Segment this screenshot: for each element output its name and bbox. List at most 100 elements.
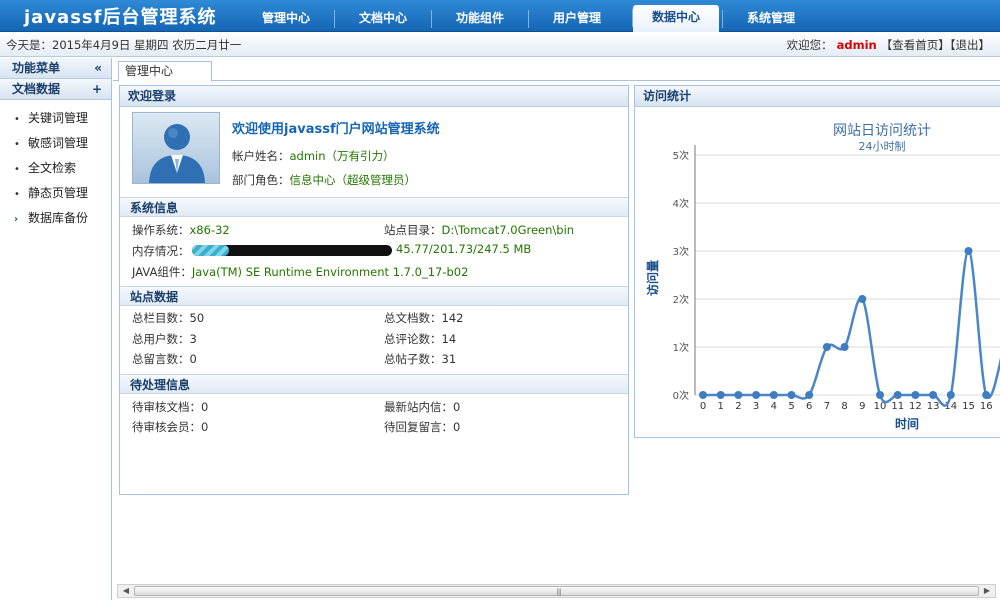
sidebar-menu-title: 功能菜单 xyxy=(12,61,61,75)
data-point xyxy=(982,391,991,399)
stat-value: 0 xyxy=(189,352,197,366)
data-point xyxy=(752,391,761,399)
pending-item: 待审核会员：0 xyxy=(132,419,208,435)
x-tick-label: 5 xyxy=(788,401,794,412)
x-tick-label: 3 xyxy=(753,401,759,412)
scroll-left-icon[interactable]: ◀ xyxy=(119,585,133,597)
sidebar-item-sensitive-word-management[interactable]: • 敏感词管理 xyxy=(0,131,111,156)
y-tick-label: 1次 xyxy=(673,341,689,354)
x-tick-label: 13 xyxy=(927,401,940,412)
content-tab-strip: 管理中心 xyxy=(113,58,1000,82)
data-point xyxy=(769,391,778,399)
role-value: 信息中心（超级管理员） xyxy=(289,173,417,187)
expand-icon[interactable]: + xyxy=(92,79,102,100)
java-label: JAVA组件： xyxy=(132,265,192,279)
stat-label: 总文档数： xyxy=(384,311,442,325)
x-tick-label: 1 xyxy=(718,401,724,412)
os-label: 操作系统： xyxy=(132,223,190,237)
y-axis-label: 访问量 xyxy=(645,260,660,296)
x-tick-label: 0 xyxy=(700,401,706,412)
chevron-right-icon: › xyxy=(14,214,19,225)
nav-tab-system-management[interactable]: 系统管理 xyxy=(722,6,819,32)
memory-label: 内存情况： xyxy=(132,244,190,258)
bullet-icon: • xyxy=(14,164,20,175)
nav-tab-components[interactable]: 功能组件 xyxy=(431,6,528,32)
visit-line-chart: 网站日访问统计24小时制0次1次2次3次4次5次访问量0 1 2 3 4 5 6 7 8 9 10 1… xyxy=(645,123,1000,431)
x-tick-label: 16 xyxy=(980,401,993,412)
y-tick-label: 3次 xyxy=(673,245,689,258)
pending-label: 待审核会员： xyxy=(132,420,201,434)
data-point xyxy=(946,391,955,399)
top-header: javassf后台管理系统 管理中心 文档中心 功能组件 用户管理 数据中心 系… xyxy=(0,0,1000,32)
data-point xyxy=(840,343,849,351)
data-point xyxy=(734,391,743,399)
x-tick-label: 9 xyxy=(859,401,865,412)
nav-tab-admin-center[interactable]: 管理中心 xyxy=(238,6,334,32)
grip-icon: ||| xyxy=(556,588,562,596)
sidebar-group-header[interactable]: 文档数据 + xyxy=(0,79,111,100)
app-title: javassf后台管理系统 xyxy=(24,7,217,28)
logout-link[interactable]: 【退出】 xyxy=(950,38,990,52)
site-stat-item: 总帖子数：31 xyxy=(384,351,456,367)
sidebar-item-label: 关键词管理 xyxy=(28,111,89,125)
stat-label: 总评论数： xyxy=(384,332,442,346)
role-row: 部门角色：信息中心（超级管理员） xyxy=(232,172,416,188)
site-stat-item: 总用户数：3 xyxy=(132,331,197,347)
stat-value: 14 xyxy=(441,332,457,346)
data-point xyxy=(929,391,938,399)
stat-value: 50 xyxy=(189,311,205,325)
site-stat-item: 总栏目数：50 xyxy=(132,310,204,326)
pending-value: 0 xyxy=(453,400,461,414)
data-point xyxy=(805,391,814,399)
scrollbar-thumb[interactable]: ||| xyxy=(134,586,979,596)
y-tick-label: 4次 xyxy=(673,197,689,210)
user-icon xyxy=(149,124,205,183)
x-tick-label: 11 xyxy=(891,401,904,412)
bullet-icon: • xyxy=(14,139,20,150)
main-content: 管理中心 欢迎登录 欢迎使用javassf门户网站管理系统 帐户姓名：admin… xyxy=(113,58,1000,600)
horizontal-scrollbar[interactable]: ◀ ||| ▶ xyxy=(117,584,996,598)
role-label: 部门角色： xyxy=(232,173,290,187)
x-tick-label: 4 xyxy=(771,401,777,412)
data-point xyxy=(858,295,867,303)
data-point xyxy=(911,391,920,399)
collapse-icon[interactable]: « xyxy=(94,58,102,79)
data-point xyxy=(964,247,973,255)
series-line xyxy=(703,249,1000,407)
x-tick-label: 7 xyxy=(824,401,830,412)
nav-tab-document-center[interactable]: 文档中心 xyxy=(334,6,431,32)
sidebar-item-keyword-management[interactable]: • 关键词管理 xyxy=(0,106,111,131)
memory-progress-bar xyxy=(192,245,392,256)
nav-tab-user-management[interactable]: 用户管理 xyxy=(528,6,625,32)
nav-tab-data-center[interactable]: 数据中心 xyxy=(632,5,719,32)
x-tick-label: 15 xyxy=(962,401,975,412)
y-tick-label: 2次 xyxy=(673,293,689,306)
view-homepage-link[interactable]: 【查看首页】 xyxy=(881,38,950,52)
sidebar-item-full-text-search[interactable]: • 全文检索 xyxy=(0,156,111,181)
sidebar-item-static-page-management[interactable]: • 静态页管理 xyxy=(0,181,111,206)
welcome-label: 欢迎您： xyxy=(786,38,833,52)
stat-label: 总栏目数： xyxy=(132,311,190,325)
memory-value: 45.77/201.73/247.5 MB xyxy=(396,242,532,256)
scroll-right-icon[interactable]: ▶ xyxy=(980,585,994,597)
stat-label: 总帖子数： xyxy=(384,352,442,366)
bullet-icon: • xyxy=(14,189,20,200)
pending-label: 最新站内信： xyxy=(384,400,453,414)
site-stat-item: 总文档数：142 xyxy=(384,310,463,326)
tab-admin-center[interactable]: 管理中心 xyxy=(118,61,212,82)
welcome-panel-title: 欢迎登录 xyxy=(120,86,628,107)
sidebar-items: • 关键词管理 • 敏感词管理 • 全文检索 • 静态页管理 › 数据库备份 xyxy=(0,100,111,231)
x-tick-label: 8 xyxy=(841,401,847,412)
pending-title: 待处理信息 xyxy=(120,374,628,394)
x-axis-label: 时间 xyxy=(895,416,919,431)
site-dir-row: 站点目录：D:\Tomcat7.0Green\bin xyxy=(384,222,574,238)
site-stat-item: 总留言数：0 xyxy=(132,351,197,367)
chart-subtitle: 24小时制 xyxy=(859,140,906,153)
stat-value: 31 xyxy=(441,352,457,366)
sidebar-item-label: 数据库备份 xyxy=(28,211,89,225)
stat-label: 总用户数： xyxy=(132,332,190,346)
data-point xyxy=(716,391,725,399)
sidebar-item-database-backup[interactable]: › 数据库备份 xyxy=(0,206,111,231)
sidebar-item-label: 敏感词管理 xyxy=(28,136,89,150)
stat-label: 总留言数： xyxy=(132,352,190,366)
